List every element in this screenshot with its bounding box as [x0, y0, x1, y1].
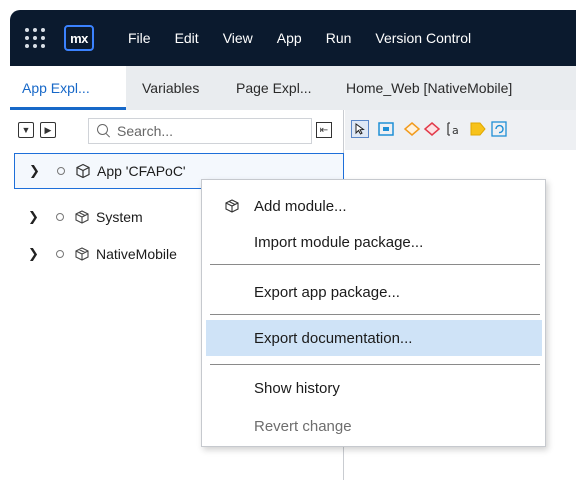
- menu-item-label: Revert change: [254, 417, 352, 435]
- expand-next-icon[interactable]: ▶: [40, 122, 56, 138]
- module-icon: [75, 210, 89, 224]
- tab-home-web[interactable]: Home_Web [NativeMobile]: [346, 66, 512, 110]
- module-icon: [225, 199, 239, 213]
- menu-run[interactable]: Run: [326, 30, 352, 46]
- tree-item-label: NativeMobile: [96, 246, 177, 262]
- menu-item-import-module-package[interactable]: Import module package...: [206, 224, 542, 260]
- module-icon: [75, 247, 89, 261]
- status-dot-icon: [57, 167, 65, 175]
- mendix-logo: mx: [64, 25, 94, 51]
- menu-app[interactable]: App: [277, 30, 302, 46]
- tab-page-explorer[interactable]: Page Expl...: [236, 66, 312, 110]
- decision-red-icon[interactable]: [423, 120, 441, 138]
- menu-separator: [210, 264, 540, 265]
- menu-item-export-documentation[interactable]: Export documentation...: [206, 320, 542, 356]
- app-grid-icon[interactable]: [24, 27, 46, 49]
- svg-text:a: a: [452, 124, 459, 137]
- chevron-right-icon[interactable]: ❯: [28, 209, 39, 225]
- menu-edit[interactable]: Edit: [175, 30, 199, 46]
- tab-variables[interactable]: Variables: [142, 66, 199, 110]
- menu-view[interactable]: View: [223, 30, 253, 46]
- menu-item-revert-change: Revert change: [206, 408, 542, 444]
- context-menu: Add module... Import module package... E…: [201, 179, 546, 447]
- menu-item-show-history[interactable]: Show history: [206, 370, 542, 406]
- widget-toolbar: a: [345, 110, 576, 150]
- menu-file[interactable]: File: [128, 30, 151, 46]
- refresh-widget-icon[interactable]: [491, 120, 509, 138]
- cube-icon: [76, 163, 90, 179]
- tab-bar: App Expl... Variables Page Expl... Home_…: [10, 66, 576, 110]
- container-widget-icon[interactable]: [377, 120, 395, 138]
- decision-orange-icon[interactable]: [403, 120, 421, 138]
- menu-item-label: Export app package...: [254, 283, 400, 301]
- menu-item-label: Import module package...: [254, 233, 424, 251]
- collapse-panel-icon[interactable]: ⇤: [316, 122, 332, 138]
- search-icon: [97, 124, 111, 138]
- pointer-icon[interactable]: [351, 120, 369, 138]
- menu-separator: [210, 364, 540, 365]
- menu-item-label: Export documentation...: [254, 329, 413, 347]
- menu-item-add-module[interactable]: Add module...: [206, 188, 542, 224]
- text-widget-icon[interactable]: a: [445, 120, 463, 138]
- status-dot-icon: [56, 213, 64, 221]
- chevron-right-icon[interactable]: ❯: [29, 163, 40, 179]
- menu-bar: mx File Edit View App Run Version Contro…: [10, 10, 576, 66]
- search-input[interactable]: [117, 123, 297, 139]
- menu-item-label: Show history: [254, 379, 340, 397]
- expand-all-icon[interactable]: ▼: [18, 122, 34, 138]
- menu-version-control[interactable]: Version Control: [375, 30, 471, 46]
- chevron-right-icon[interactable]: ❯: [28, 246, 39, 262]
- tree-item-label: App 'CFAPoC': [97, 163, 186, 179]
- tree-item-label: System: [96, 209, 143, 225]
- tab-app-explorer[interactable]: App Expl...: [10, 66, 126, 110]
- menu-item-export-app-package[interactable]: Export app package...: [206, 274, 542, 310]
- status-dot-icon: [56, 250, 64, 258]
- search-box[interactable]: [88, 118, 312, 144]
- menu-separator: [210, 314, 540, 315]
- action-yellow-icon[interactable]: [469, 120, 487, 138]
- menu-item-label: Add module...: [254, 197, 347, 215]
